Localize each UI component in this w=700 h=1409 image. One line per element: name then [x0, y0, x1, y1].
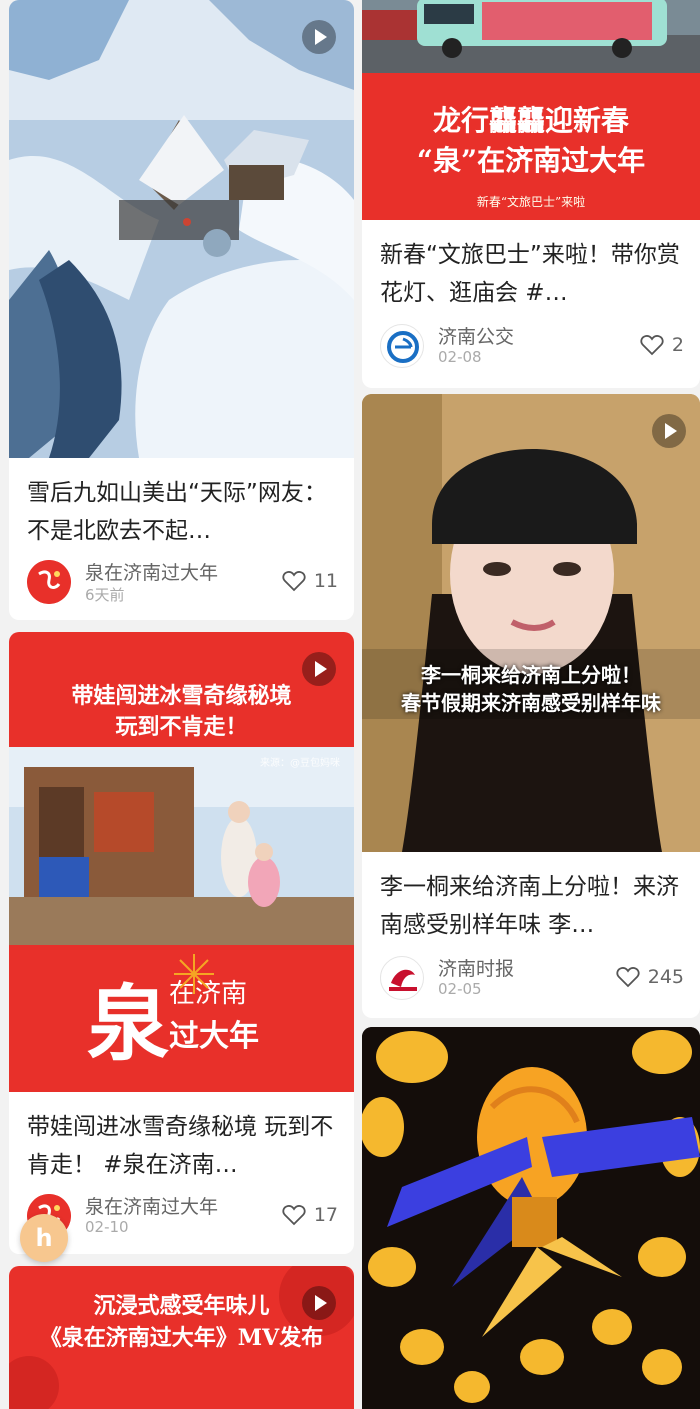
feed-card[interactable]: 李一桐来给济南上分啦！ 春节假期来济南感受别样年味 李一桐来给济南上分啦！来济南… — [362, 394, 700, 1018]
play-icon[interactable] — [302, 1286, 336, 1320]
feed-card[interactable]: 带娃闯进冰雪奇缘秘境 玩到不肯走！ 来源：@豆包妈咪 泉 在济南 过大年 带娃闯… — [9, 632, 354, 1254]
like-count: 245 — [647, 966, 684, 988]
author-name: 泉在济南过大年 — [85, 562, 219, 584]
like-button[interactable]: 11 — [282, 570, 338, 592]
person-portrait-image — [362, 394, 700, 852]
heart-icon — [616, 967, 640, 988]
video-caption: 春节假期来济南感受别样年味 — [401, 691, 661, 715]
banner-line: 带娃闯进冰雪奇缘秘境 — [71, 683, 292, 709]
author-name: 泉在济南过大年 — [85, 1196, 219, 1218]
heart-icon — [640, 335, 664, 356]
firework-icon — [174, 954, 214, 994]
newspaper-logo-icon — [389, 969, 417, 991]
heart-icon — [282, 1205, 306, 1226]
promo-banner: 龙行龘龘迎新春 “泉”在济南过大年 新春“文旅巴士”来啦 — [362, 73, 700, 220]
play-icon[interactable] — [652, 414, 686, 448]
video-caption: 李一桐来给济南上分啦！ — [421, 663, 641, 687]
like-count: 11 — [313, 570, 338, 592]
like-button[interactable]: 245 — [616, 966, 684, 988]
logo-main-char: 泉 — [87, 976, 170, 1072]
avatar[interactable] — [27, 560, 71, 604]
lantern-festival-image[interactable] — [362, 1027, 700, 1409]
author-row[interactable]: 泉在济南过大年 6天前 11 — [27, 558, 338, 606]
ice-cabin-photo — [9, 747, 354, 945]
play-icon[interactable] — [302, 20, 336, 54]
banner-caption: 新春“文旅巴士”来啦 — [476, 195, 586, 209]
author-name: 济南时报 — [438, 958, 515, 980]
card-title[interactable]: 带娃闯进冰雪奇缘秘境 玩到不肯走！ #泉在济南… — [27, 1108, 336, 1184]
play-icon[interactable] — [302, 652, 336, 686]
feed-card[interactable]: 龙行龘龘迎新春 “泉”在济南过大年 新春“文旅巴士”来啦 新春“文旅巴士”来啦！… — [362, 0, 700, 388]
author-row[interactable]: 济南公交 02-08 2 — [380, 322, 684, 370]
snow-mountain-image — [9, 0, 354, 458]
card-title[interactable]: 新春“文旅巴士”来啦！带你赏花灯、逛庙会 #… — [380, 236, 682, 312]
banner-line: “泉”在济南过大年 — [416, 144, 646, 177]
banner-line: 《泉在济南过大年》MV发布 — [39, 1325, 324, 1351]
logo-small-text: 过大年 — [169, 1019, 259, 1054]
feed-card[interactable] — [362, 1027, 700, 1409]
post-date: 02-10 — [85, 1218, 129, 1236]
feed: 雪后九如山美出“天际”网友：不是北欧去不起… 泉在济南过大年 6天前 11 龙行… — [0, 0, 700, 1409]
post-date: 02-08 — [438, 348, 482, 366]
card-thumbnail[interactable]: 带娃闯进冰雪奇缘秘境 玩到不肯走！ 来源：@豆包妈咪 泉 在济南 过大年 — [9, 632, 354, 1092]
brand-logo: 泉 在济南 过大年 — [9, 945, 354, 1092]
author-row[interactable]: 济南时报 02-05 245 — [380, 954, 684, 1002]
card-thumbnail[interactable]: 龙行龘龘迎新春 “泉”在济南过大年 新春“文旅巴士”来啦 — [362, 0, 700, 220]
author-name: 济南公交 — [438, 326, 515, 348]
card-thumbnail[interactable]: 李一桐来给济南上分啦！ 春节假期来济南感受别样年味 — [362, 394, 700, 852]
like-button[interactable]: 17 — [282, 1204, 338, 1226]
banner-line: 龙行龘龘迎新春 — [432, 104, 629, 137]
like-count: 2 — [671, 334, 684, 356]
card-title[interactable]: 雪后九如山美出“天际”网友：不是北欧去不起… — [27, 474, 336, 550]
feed-card[interactable]: 沉浸式感受年味儿 《泉在济南过大年》MV发布 — [9, 1266, 354, 1409]
card-title[interactable]: 李一桐来给济南上分啦！来济南感受别样年味 李… — [380, 868, 682, 944]
card-thumbnail[interactable]: 沉浸式感受年味儿 《泉在济南过大年》MV发布 — [9, 1266, 354, 1409]
banner-line: 玩到不肯走！ — [115, 714, 248, 740]
floating-action-button[interactable]: h — [20, 1214, 68, 1262]
feed-card[interactable]: 雪后九如山美出“天际”网友：不是北欧去不起… 泉在济南过大年 6天前 11 — [9, 0, 354, 620]
card-thumbnail[interactable] — [9, 0, 354, 458]
bus-company-logo-icon — [387, 331, 419, 363]
post-date: 6天前 — [85, 586, 125, 604]
author-row[interactable]: 泉在济南过大年 02-10 17 — [27, 1192, 338, 1240]
photo-watermark: 来源：@豆包妈咪 — [260, 758, 340, 769]
heart-icon — [282, 571, 306, 592]
avatar[interactable] — [380, 956, 424, 1000]
like-button[interactable]: 2 — [640, 334, 684, 356]
brand-logo-icon — [27, 560, 71, 604]
bus-image — [362, 0, 700, 75]
like-count: 17 — [313, 1204, 338, 1226]
post-date: 02-05 — [438, 980, 482, 998]
avatar[interactable] — [380, 324, 424, 368]
